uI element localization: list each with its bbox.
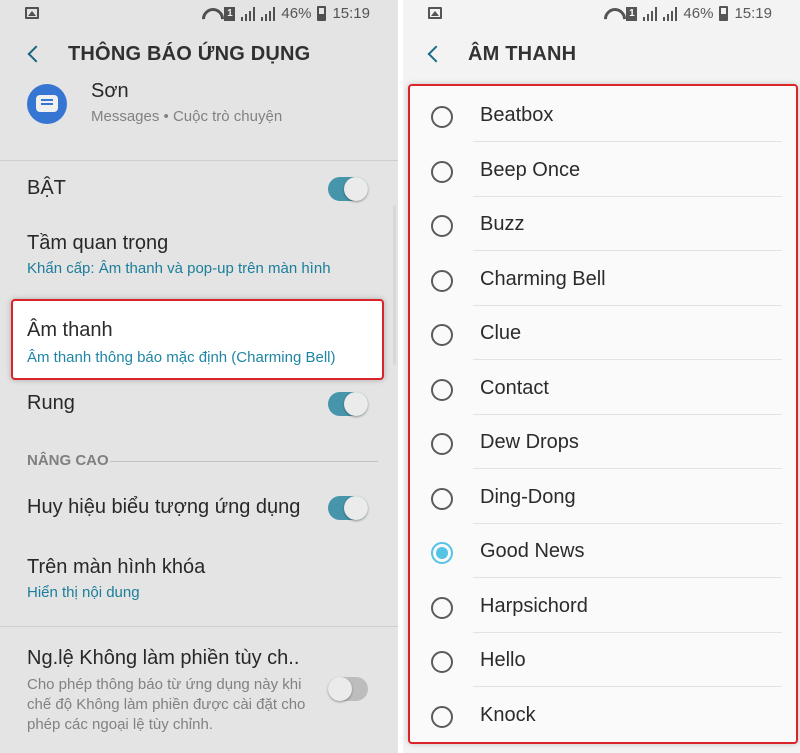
dnd-toggle[interactable] [328, 677, 368, 701]
sound-option-label: Ding-Dong [480, 485, 576, 508]
app-name: Sơn [91, 80, 129, 102]
signal-icon-2 [261, 6, 276, 21]
sound-option[interactable]: Dew Drops [410, 415, 796, 469]
back-arrow-icon[interactable] [27, 45, 45, 63]
sound-option[interactable]: Charming Bell [410, 252, 796, 306]
vibrate-label: Rung [27, 392, 75, 414]
app-notifications-screen: 1 46% 15:19 THÔNG BÁO ỨNG DỤNG Sơn Messa… [0, 0, 398, 753]
app-subtitle: Messages • Cuộc trò chuyện [91, 108, 283, 125]
gallery-icon [428, 7, 442, 19]
radio-icon[interactable] [431, 596, 453, 619]
sound-option-label: Beatbox [480, 104, 554, 126]
messages-app-icon [27, 84, 67, 124]
dnd-label: Ng.lệ Không làm phiền tùy ch.. [27, 647, 300, 669]
sound-option[interactable]: Beep Once [410, 143, 796, 197]
sound-option-label: Knock [480, 703, 536, 726]
sound-option-label: Contact [480, 376, 549, 399]
sound-label: Âm thanh [27, 319, 113, 341]
radio-icon[interactable] [431, 705, 453, 728]
signal-icon [643, 6, 658, 21]
sound-option[interactable]: Good News [410, 524, 796, 578]
sound-option-label: Charming Bell [480, 267, 606, 290]
signal-icon [241, 6, 256, 21]
app-bar: THÔNG BÁO ỨNG DỤNG [0, 28, 398, 80]
scrollbar [393, 205, 396, 365]
lock-screen-label: Trên màn hình khóa [27, 556, 206, 578]
sound-option-label: Clue [480, 322, 522, 344]
sound-option-label: Buzz [480, 213, 525, 235]
battery-icon [317, 6, 327, 21]
status-bar: 1 46% 15:19 [0, 0, 398, 28]
vibrate-toggle[interactable] [328, 392, 368, 416]
radio-icon[interactable] [431, 378, 453, 401]
app-info-row: Sơn Messages • Cuộc trò chuyện [0, 80, 398, 160]
sound-option[interactable]: Harpsichord [410, 579, 796, 633]
lock-screen-row[interactable]: Trên màn hình khóa Hiển thị nội dung [0, 546, 398, 626]
badge-row[interactable]: Huy hiệu biểu tượng ứng dụng [0, 486, 398, 546]
radio-icon[interactable] [431, 542, 453, 564]
clock: 15:19 [734, 5, 772, 22]
enable-row[interactable]: BẬT [0, 161, 398, 216]
importance-label: Tầm quan trọng [27, 232, 169, 254]
vibrate-row[interactable]: Rung [0, 386, 398, 446]
importance-value: Khẩn cấp: Âm thanh và pop-up trên màn hì… [27, 260, 331, 277]
sound-list: Beatbox Beep Once Buzz Charming Bell Clue Con… [408, 84, 798, 744]
radio-icon[interactable] [431, 160, 453, 183]
sound-option-label: Beep Once [480, 158, 581, 181]
sound-option-label: Dew Drops [480, 431, 579, 453]
radio-icon[interactable] [431, 433, 453, 455]
back-arrow-icon[interactable] [427, 45, 445, 63]
advanced-section: NÂNG CAO [0, 446, 398, 486]
sound-option[interactable]: Beatbox [410, 88, 796, 142]
sim-icon: 1 [224, 6, 236, 21]
signal-icon-2 [663, 6, 678, 21]
battery-percent: 46% [281, 5, 312, 22]
radio-icon[interactable] [431, 269, 453, 292]
battery-icon [719, 6, 729, 21]
enable-toggle[interactable] [328, 177, 368, 201]
radio-icon[interactable] [431, 651, 453, 673]
battery-percent: 46% [683, 5, 714, 22]
sound-option[interactable]: Contact [410, 361, 796, 415]
gallery-icon [25, 7, 39, 19]
sound-option-label: Hello [480, 649, 526, 671]
sound-picker-screen: 1 46% 15:19 ÂM THANH Beatbox Beep Once Buz… [403, 0, 800, 753]
page-title: THÔNG BÁO ỨNG DỤNG [68, 42, 311, 65]
badge-toggle[interactable] [328, 496, 368, 520]
sound-value: Âm thanh thông báo mặc định (Charming Be… [27, 349, 336, 366]
advanced-section-label: NÂNG CAO [27, 452, 109, 469]
dnd-row[interactable]: Ng.lệ Không làm phiền tùy ch.. Cho phép … [0, 627, 398, 733]
sound-option[interactable]: Hello [410, 633, 796, 687]
sound-setting-highlighted[interactable]: Âm thanh Âm thanh thông báo mặc định (Ch… [11, 299, 384, 380]
sound-option-label: Harpsichord [480, 594, 588, 617]
wifi-icon [604, 8, 620, 20]
radio-icon[interactable] [431, 487, 453, 510]
dnd-description: Cho phép thông báo từ ứng dụng này khi c… [27, 676, 306, 733]
importance-row[interactable]: Tầm quan trọng Khẩn cấp: Âm thanh và pop… [0, 216, 398, 296]
section-divider [110, 461, 378, 462]
sound-option[interactable]: Ding-Dong [410, 470, 796, 524]
sound-option[interactable]: Clue [410, 306, 796, 360]
radio-icon[interactable] [431, 215, 453, 237]
wifi-icon [202, 8, 218, 20]
lock-screen-value: Hiển thị nội dung [27, 584, 140, 601]
app-bar: ÂM THANH [403, 28, 800, 80]
sound-option-label: Good News [480, 540, 585, 562]
clock: 15:19 [332, 5, 370, 22]
sim-icon: 1 [626, 6, 638, 21]
page-title: ÂM THANH [468, 42, 577, 65]
radio-icon[interactable] [431, 106, 453, 128]
status-bar: 1 46% 15:19 [403, 0, 800, 28]
sound-option[interactable]: Knock [410, 688, 796, 742]
sound-option[interactable]: Buzz [410, 197, 796, 251]
enable-label: BẬT [27, 177, 66, 199]
badge-label: Huy hiệu biểu tượng ứng dụng [27, 496, 301, 518]
radio-icon[interactable] [431, 324, 453, 346]
